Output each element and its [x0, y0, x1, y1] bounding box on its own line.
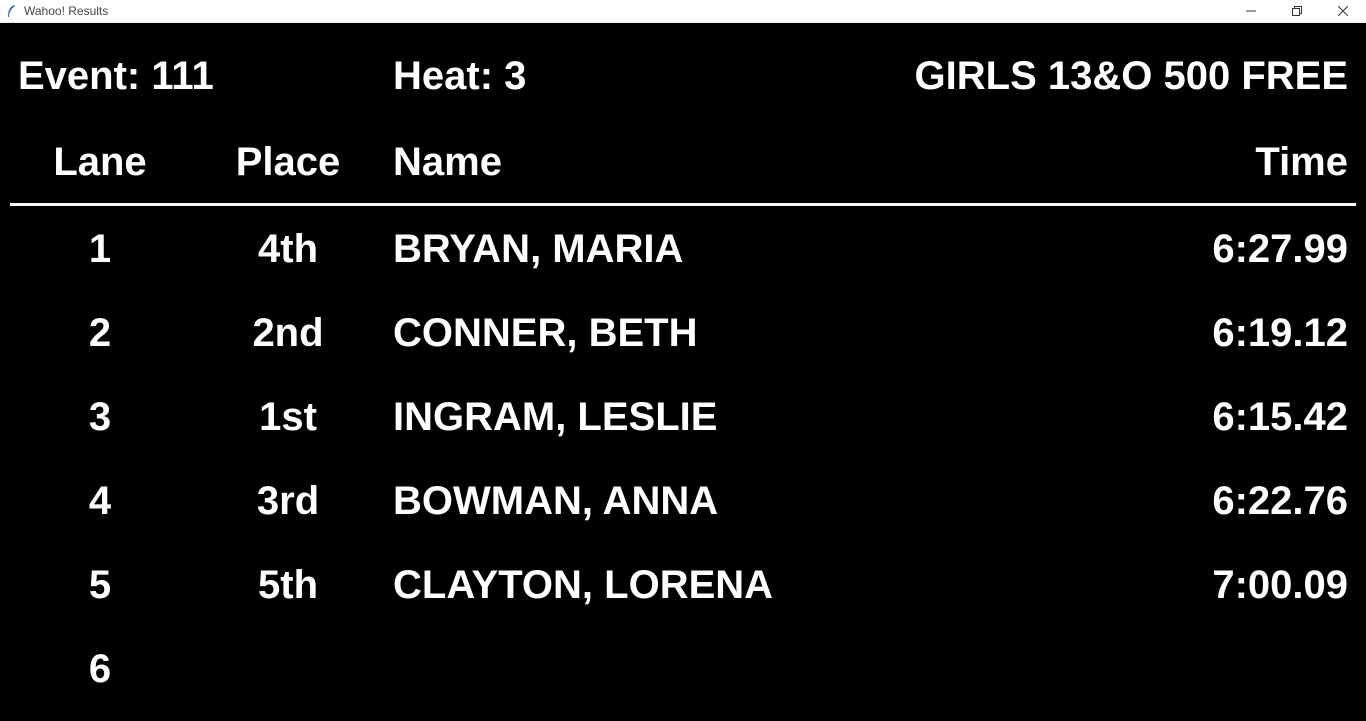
lane-number: 1	[88, 227, 112, 271]
result-row: 1 4th BRYAN, MARIA 6:27.99	[0, 226, 1366, 272]
result-row: 5 5th CLAYTON, LORENA 7:00.09	[0, 562, 1366, 608]
close-button[interactable]	[1320, 0, 1366, 23]
swimmer-name: CONNER, BETH	[393, 311, 698, 355]
swim-time: 7:00.09	[1212, 563, 1348, 607]
minimize-icon	[1246, 10, 1256, 12]
place: 2nd	[252, 311, 324, 355]
result-row: 6	[0, 646, 1366, 692]
minimize-button[interactable]	[1228, 0, 1274, 23]
place: 4th	[258, 227, 318, 271]
swim-time: 6:22.76	[1212, 479, 1348, 523]
heat-number: Heat: 3	[393, 54, 527, 98]
column-header-name: Name	[393, 140, 502, 184]
window-title: Wahoo! Results	[24, 4, 109, 18]
swim-time: 6:15.42	[1212, 395, 1348, 439]
swimmer-name: BOWMAN, ANNA	[393, 479, 719, 523]
column-header-lane: Lane	[53, 140, 147, 184]
place: 3rd	[256, 479, 320, 523]
swim-time: 6:27.99	[1212, 227, 1348, 271]
swim-time: 6:19.12	[1212, 311, 1348, 355]
result-row: 2 2nd CONNER, BETH 6:19.12	[0, 310, 1366, 356]
lane-number: 2	[88, 311, 112, 355]
event-number: Event: 111	[18, 54, 214, 98]
lane-number: 5	[88, 563, 112, 607]
close-icon	[1338, 6, 1348, 16]
place: 1st	[259, 395, 317, 439]
column-header-time: Time	[1255, 140, 1348, 184]
results-board: Event: 111 Heat: 3 GIRLS 13&O 500 FREE L…	[0, 23, 1366, 721]
swimmer-name: CLAYTON, LORENA	[393, 563, 774, 607]
lane-number: 6	[88, 647, 112, 691]
place: 5th	[258, 563, 318, 607]
result-row: 4 3rd BOWMAN, ANNA 6:22.76	[0, 478, 1366, 524]
lane-number: 3	[88, 395, 112, 439]
column-header-place: Place	[235, 140, 341, 184]
feather-icon	[0, 0, 22, 23]
result-row: 3 1st INGRAM, LESLIE 6:15.42	[0, 394, 1366, 440]
race-title: GIRLS 13&O 500 FREE	[914, 54, 1348, 98]
swimmer-name: BRYAN, MARIA	[393, 227, 684, 271]
restore-button[interactable]	[1274, 0, 1320, 23]
restore-icon	[1292, 6, 1302, 16]
lane-number: 4	[88, 479, 112, 523]
swimmer-name: INGRAM, LESLIE	[393, 395, 718, 439]
window-titlebar: Wahoo! Results	[0, 0, 1366, 23]
header-divider	[10, 203, 1356, 206]
